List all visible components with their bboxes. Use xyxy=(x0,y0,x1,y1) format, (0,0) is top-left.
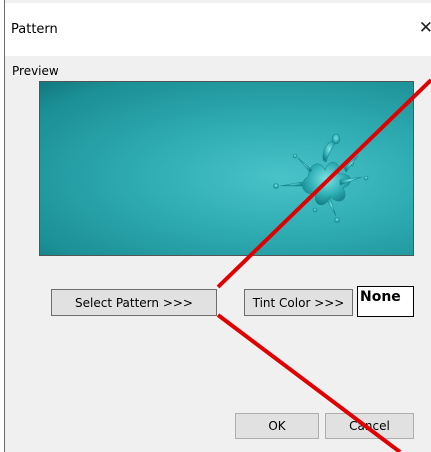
preview-label: Preview xyxy=(12,64,59,78)
title-bar: Pattern ✕ xyxy=(5,3,431,56)
pattern-preview xyxy=(39,81,414,256)
close-icon[interactable]: ✕ xyxy=(419,18,431,38)
window-title: Pattern xyxy=(11,22,58,37)
splash-pattern-image xyxy=(273,133,369,223)
ok-button[interactable]: OK xyxy=(235,413,319,439)
tint-color-button[interactable]: Tint Color >>> xyxy=(244,289,353,316)
tint-color-value: None xyxy=(357,286,414,317)
select-pattern-button[interactable]: Select Pattern >>> xyxy=(51,289,217,316)
cancel-button[interactable]: Cancel xyxy=(325,413,414,439)
